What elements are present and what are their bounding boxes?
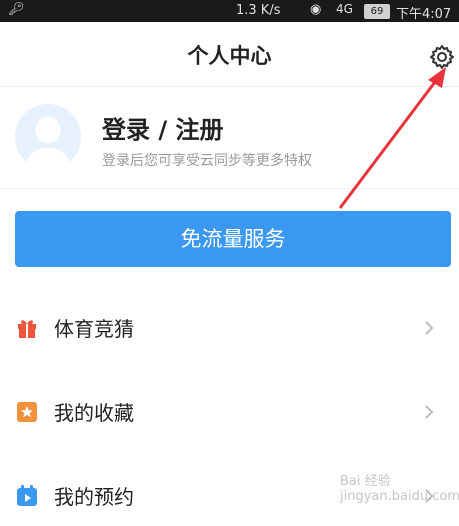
watermark: Bai 经验 jingyan.baidu.com bbox=[340, 474, 459, 504]
annotation-arrow-icon bbox=[338, 67, 446, 209]
